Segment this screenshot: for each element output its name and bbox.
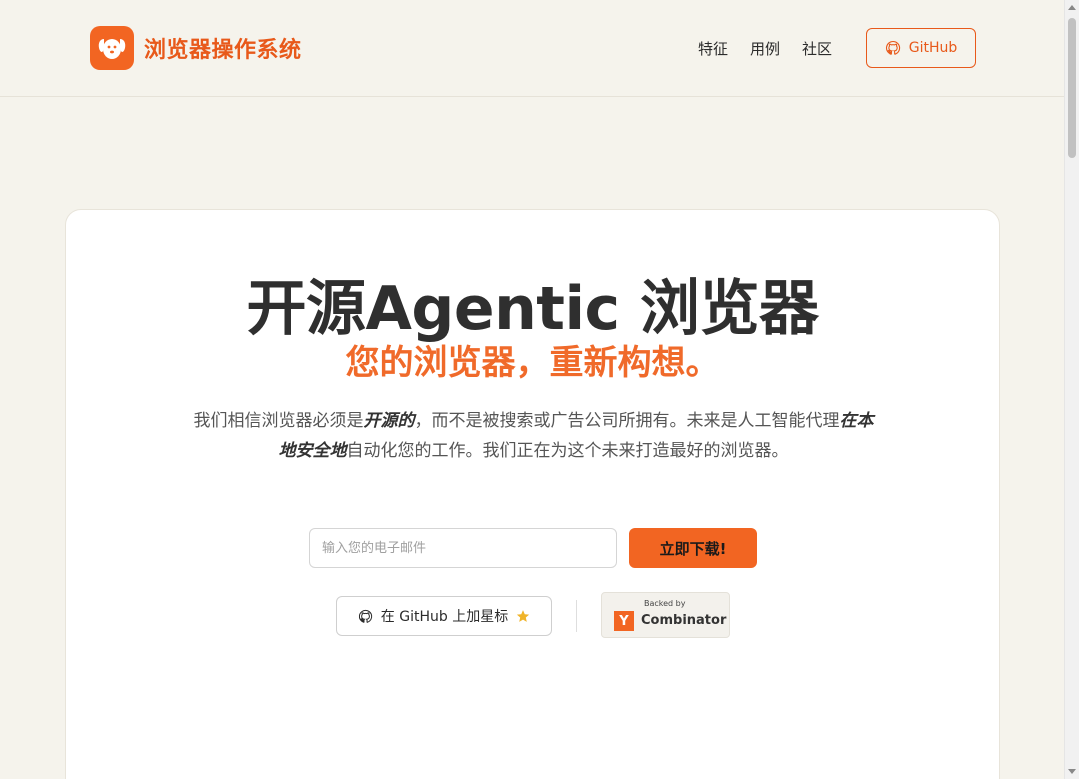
desc-part-1: 我们相信浏览器必须是 xyxy=(193,411,364,431)
hero-title: 开源Agentic 浏览器 xyxy=(246,274,820,344)
hero-description: 我们相信浏览器必须是开源的，而不是被搜索或广告公司所拥有。未来是人工智能代理在本… xyxy=(186,406,881,466)
hero-card: 开源Agentic 浏览器 您的浏览器，重新构想。 我们相信浏览器必须是开源的，… xyxy=(65,209,1000,779)
y-combinator-badge[interactable]: Backed by Y Combinator xyxy=(601,592,730,638)
nav-item-use-cases[interactable]: 用例 xyxy=(750,38,780,59)
site-header: 浏览器操作系统 特征 用例 社区 GitHub xyxy=(0,0,1064,97)
desc-part-2: ，而不是被搜索或广告公司所拥有。未来是人工智能代理 xyxy=(414,411,840,431)
dog-icon xyxy=(90,26,134,70)
desc-emphasis-open-source: 开源的 xyxy=(363,411,415,431)
nav-item-community[interactable]: 社区 xyxy=(802,38,832,59)
yc-name: Combinator xyxy=(641,613,727,628)
github-icon xyxy=(885,40,900,55)
main-nav: 特征 用例 社区 xyxy=(698,38,832,59)
brand-name: 浏览器操作系统 xyxy=(144,38,302,63)
download-button[interactable]: 立即下载! xyxy=(629,528,757,568)
github-button[interactable]: GitHub xyxy=(866,28,976,68)
scrollbar[interactable] xyxy=(1064,0,1079,779)
brand[interactable]: 浏览器操作系统 xyxy=(90,26,302,70)
yc-logo-icon: Y xyxy=(614,611,634,631)
github-icon xyxy=(358,609,372,623)
yc-backed-by: Backed by xyxy=(644,599,686,608)
nav-item-features[interactable]: 特征 xyxy=(698,38,728,59)
github-button-label: GitHub xyxy=(908,40,958,56)
scroll-up-arrow-icon[interactable] xyxy=(1068,5,1076,10)
hero-subtitle: 您的浏览器，重新构想。 xyxy=(345,343,720,383)
desc-part-3: 自动化您的工作。我们正在为这个未来打造最好的浏览器。 xyxy=(346,441,789,461)
github-star-button[interactable]: 在 GitHub 上加星标 xyxy=(336,596,552,636)
github-star-label: 在 GitHub 上加星标 xyxy=(380,609,509,625)
star-icon xyxy=(517,610,530,622)
divider xyxy=(576,600,577,632)
scrollbar-thumb[interactable] xyxy=(1068,18,1076,158)
scroll-down-arrow-icon[interactable] xyxy=(1068,769,1076,774)
email-input[interactable] xyxy=(309,528,617,568)
